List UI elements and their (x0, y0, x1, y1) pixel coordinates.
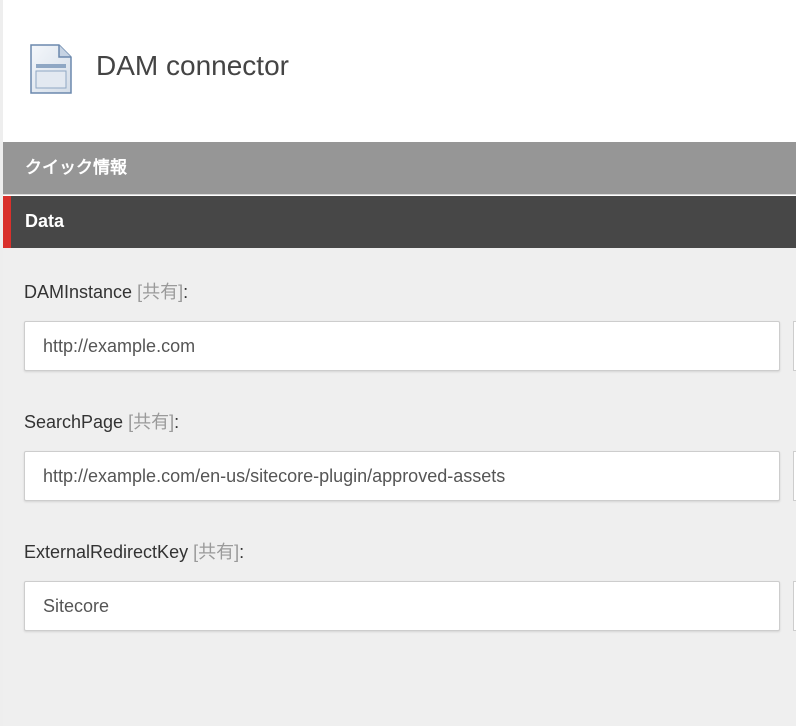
section-accent (3, 196, 11, 248)
section-header-data[interactable]: Data (3, 196, 796, 248)
daminstance-field[interactable] (24, 321, 780, 371)
field-label-externalredirectkey: ExternalRedirectKey [共有]: (24, 540, 244, 564)
field-name: DAMInstance (24, 282, 133, 302)
daminstance-input[interactable] (25, 322, 779, 370)
shared-tag: [共有] (128, 412, 175, 432)
field-name: ExternalRedirectKey (24, 542, 189, 562)
section-label: Data (25, 211, 65, 231)
field-label-searchpage: SearchPage [共有]: (24, 410, 179, 434)
quick-info-header[interactable]: クイック情報 (3, 142, 796, 195)
label-colon: : (174, 412, 180, 432)
shared-tag: [共有] (137, 282, 184, 302)
shared-tag: [共有] (193, 542, 240, 562)
externalredirectkey-input[interactable] (25, 582, 779, 630)
fields-panel: DAMInstance [共有]: SearchPage [共有]: Exter… (3, 248, 796, 726)
document-icon (29, 44, 73, 94)
label-colon: : (239, 542, 245, 562)
searchpage-input[interactable] (25, 452, 779, 500)
externalredirectkey-field[interactable] (24, 581, 780, 631)
searchpage-field[interactable] (24, 451, 780, 501)
field-name: SearchPage (24, 412, 124, 432)
quick-info-label: クイック情報 (25, 158, 127, 178)
field-label-daminstance: DAMInstance [共有]: (24, 280, 188, 304)
item-header: DAM connector (3, 0, 796, 142)
label-colon: : (183, 282, 189, 302)
item-title: DAM connector (96, 50, 289, 81)
